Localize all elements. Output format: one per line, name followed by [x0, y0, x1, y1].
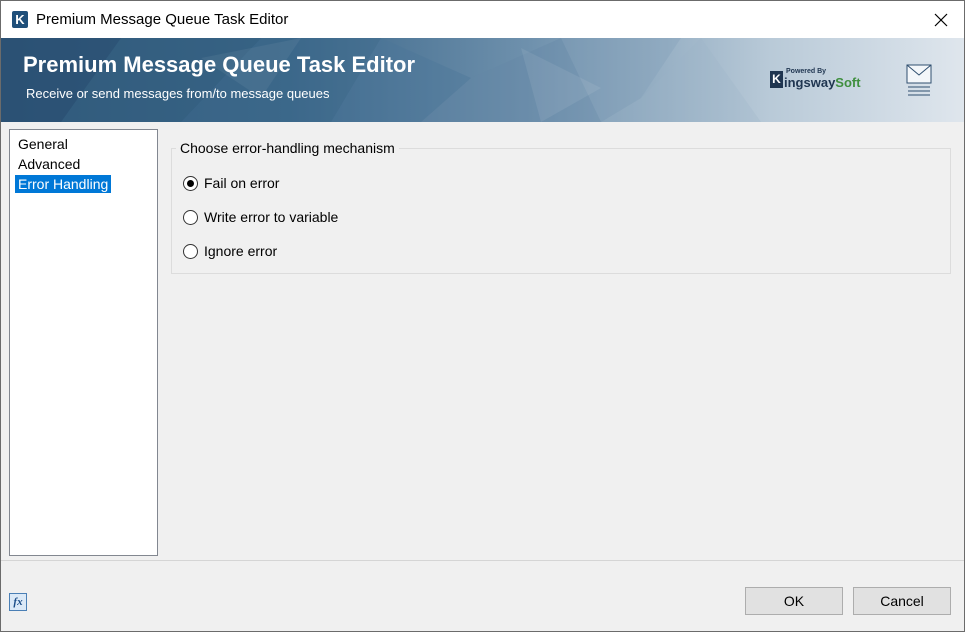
- header-banner: Premium Message Queue Task Editor Receiv…: [1, 38, 964, 122]
- close-button[interactable]: [918, 1, 964, 38]
- banner-title: Premium Message Queue Task Editor: [23, 52, 416, 77]
- logo-powered-by: Powered By: [786, 68, 827, 75]
- logo-k: K: [770, 71, 783, 88]
- radio-ignore-error[interactable]: Ignore error: [183, 242, 277, 260]
- task-editor-window: K Premium Message Queue Task Editor Prem…: [0, 0, 965, 632]
- kingswaysoft-logo: Powered By K ingswaySoft: [770, 68, 862, 92]
- envelope-stack-icon: [906, 64, 932, 96]
- radio-button-checked[interactable]: [183, 175, 198, 191]
- radio-button[interactable]: [183, 209, 198, 225]
- cancel-button[interactable]: Cancel: [853, 587, 951, 615]
- kingswaysoft-k-icon: K: [12, 11, 28, 28]
- radio-label: Ignore error: [204, 243, 278, 259]
- radio-label: Fail on error: [204, 175, 280, 191]
- groupbox-title: Choose error-handling mechanism: [176, 140, 399, 156]
- radio-write-error-to-variable[interactable]: Write error to variable: [183, 208, 338, 226]
- logo-name: ingswaySoft: [784, 75, 861, 90]
- expressions-fx-button[interactable]: fx: [9, 593, 27, 611]
- ok-button[interactable]: OK: [745, 587, 843, 615]
- nav-item-advanced[interactable]: Advanced: [15, 155, 83, 173]
- radio-label: Write error to variable: [204, 209, 339, 225]
- footer-divider: [1, 560, 964, 561]
- nav-item-general[interactable]: General: [15, 135, 71, 153]
- logo-name-part2: Soft: [835, 75, 861, 90]
- close-icon: [934, 13, 948, 26]
- logo-name-part1: ingsway: [784, 75, 836, 90]
- settings-nav: General Advanced Error Handling: [9, 129, 158, 556]
- nav-item-error-handling[interactable]: Error Handling: [15, 175, 112, 193]
- radio-button[interactable]: [183, 243, 198, 259]
- banner-subtitle: Receive or send messages from/to message…: [26, 86, 330, 101]
- window-title: Premium Message Queue Task Editor: [36, 11, 289, 28]
- title-bar: K Premium Message Queue Task Editor: [1, 1, 964, 38]
- radio-fail-on-error[interactable]: Fail on error: [183, 174, 279, 192]
